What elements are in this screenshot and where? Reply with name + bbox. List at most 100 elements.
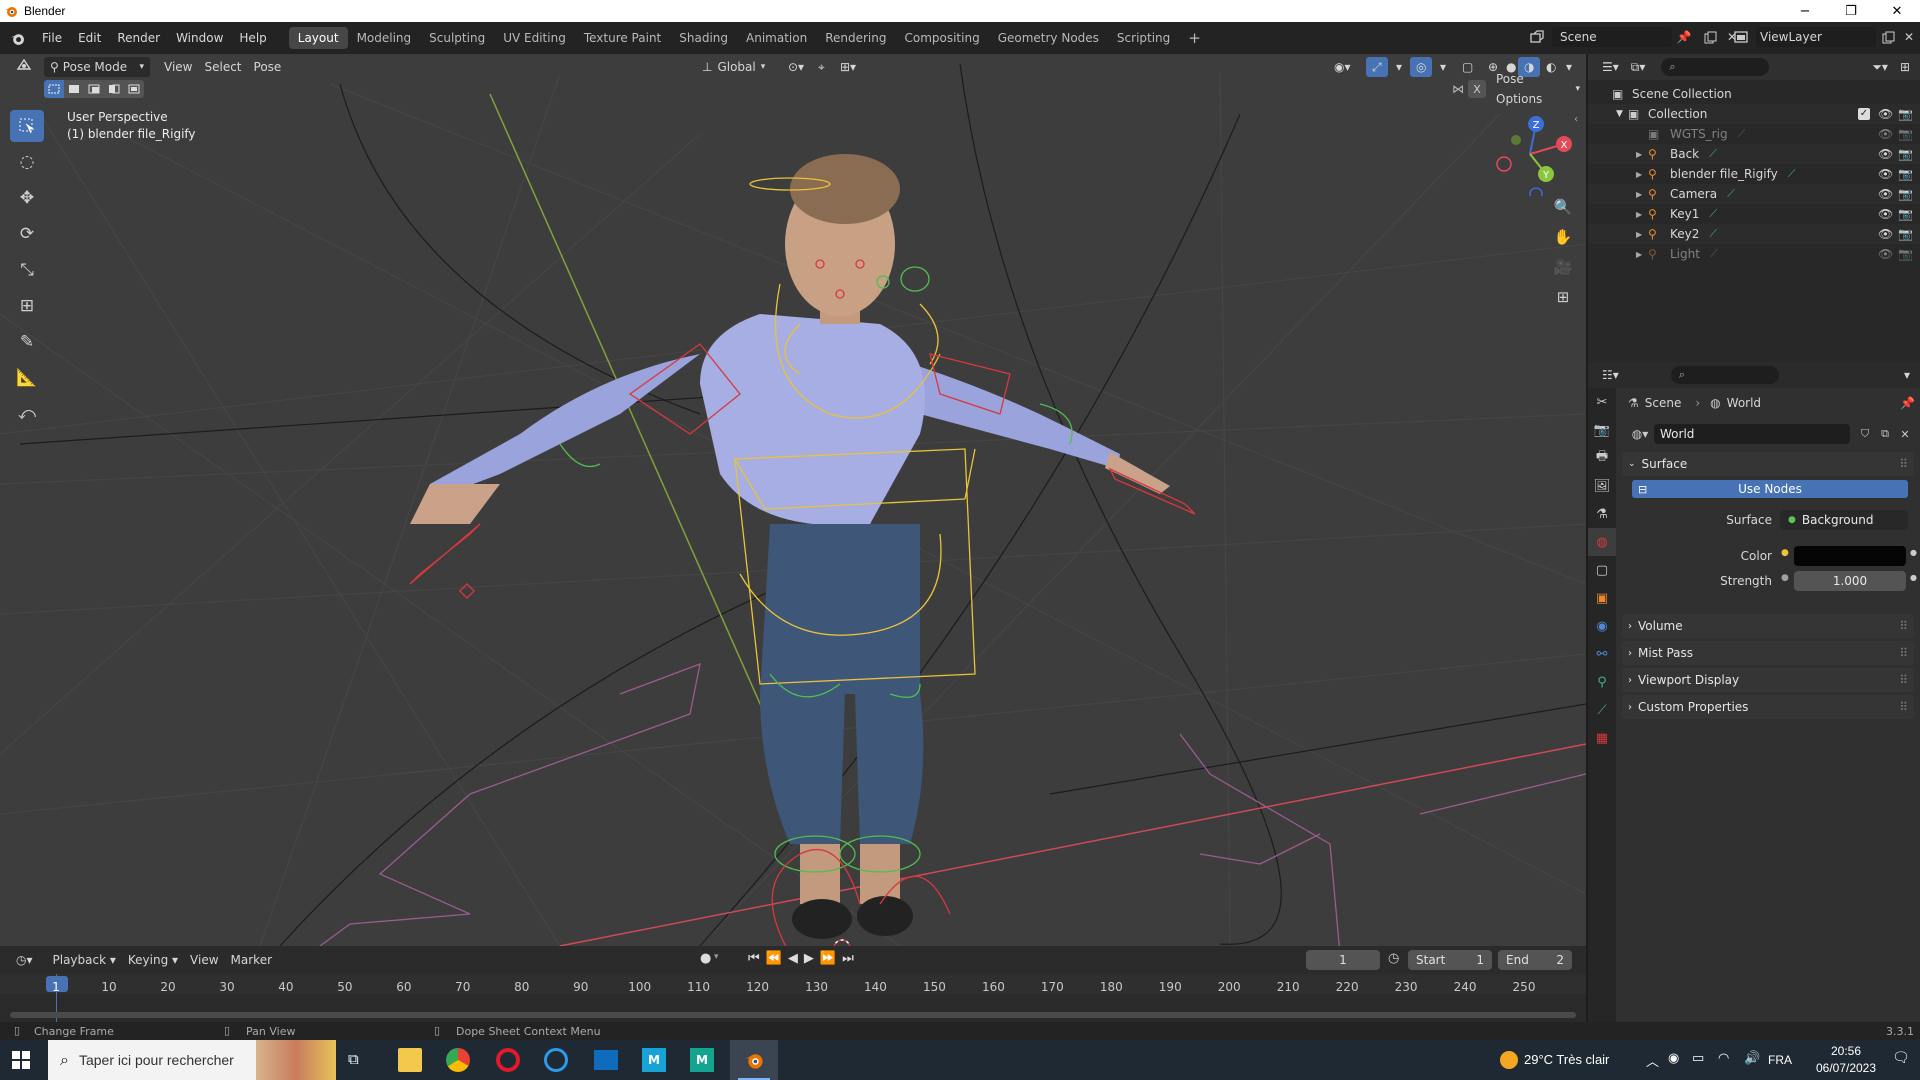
fake-user-shield-icon[interactable]: ⛉ xyxy=(1856,424,1874,444)
viewlayer-selector[interactable]: ViewLayer xyxy=(1756,27,1876,47)
armature-data-tab-icon[interactable]: ⚲ xyxy=(1588,668,1616,696)
select-box-tool-icon[interactable] xyxy=(10,110,44,142)
select-invert-icon[interactable] xyxy=(104,80,124,98)
taskbar-search-box[interactable]: ⌕ Taper ici pour rechercher xyxy=(48,1040,336,1080)
jump-start-icon[interactable]: ⏮ xyxy=(748,951,760,966)
render-camera-icon[interactable]: 📷 xyxy=(1898,127,1913,141)
keyframe-dot-icon[interactable]: ● xyxy=(1910,573,1917,582)
wifi-icon[interactable]: ◠ xyxy=(1718,1051,1729,1066)
mode-selector[interactable]: ⚲ Pose Mode ▾ xyxy=(44,57,150,77)
expand-arrow-icon[interactable]: ▶ xyxy=(1636,190,1648,199)
strength-field[interactable]: 1.000 xyxy=(1794,571,1906,591)
data-light-icon[interactable]: ⟋ xyxy=(1710,247,1718,261)
clock-time[interactable]: 20:56 xyxy=(1814,1044,1878,1058)
workspace-tab-animation[interactable]: Animation xyxy=(737,27,816,49)
overlays-settings-icon[interactable]: ▾ xyxy=(1434,57,1452,77)
mirror-toggle[interactable]: X xyxy=(1468,80,1486,98)
workspace-tab-shading[interactable]: Shading xyxy=(670,27,737,49)
color-swatch[interactable] xyxy=(1794,546,1906,566)
xray-icon[interactable]: ▢ xyxy=(1456,57,1479,77)
visibility-eye-icon[interactable]: 👁 xyxy=(1878,147,1893,161)
maximize-button[interactable]: ❐ xyxy=(1828,0,1874,22)
properties-editor-type-icon[interactable]: ☷▾ xyxy=(1596,365,1625,385)
overlays-icon[interactable]: ◎ xyxy=(1410,57,1433,77)
chevron-up-icon[interactable]: ︿ xyxy=(1646,1051,1659,1070)
pose-options-dropdown[interactable]: Pose Options ▾ xyxy=(1490,72,1586,106)
new-scene-icon[interactable] xyxy=(1700,27,1720,47)
use-nodes-button[interactable]: ⊟ Use Nodes xyxy=(1632,480,1908,498)
menu-render[interactable]: Render xyxy=(109,26,168,50)
menu-playback[interactable]: Playback ▾ xyxy=(47,950,122,970)
play-reverse-icon[interactable]: ◀ xyxy=(788,951,798,966)
volume-icon[interactable]: 🔊 xyxy=(1744,1051,1760,1066)
outliner-editor[interactable]: ☰▾ ⧉▾ ⌕ ⏷▾ ⊞ ▣ Scene Collection ▼ ▣ Coll… xyxy=(1588,54,1920,362)
workspace-tab-compositing[interactable]: Compositing xyxy=(895,27,988,49)
tool-tab-icon[interactable]: ✂ xyxy=(1588,388,1616,416)
move-tool-icon[interactable]: ✥ xyxy=(10,182,44,214)
menu-help[interactable]: Help xyxy=(231,26,274,50)
timeline-editor-type-icon[interactable]: ◷▾ xyxy=(10,950,39,970)
navigation-gizmo[interactable]: Z X Y xyxy=(1488,112,1572,196)
annotate-tool-icon[interactable]: ✎ xyxy=(10,326,44,358)
filter-icon[interactable]: ⏷▾ xyxy=(1866,57,1894,77)
app-m-blue-icon[interactable]: M xyxy=(642,1048,666,1072)
data-camera-icon[interactable]: ⟋ xyxy=(1727,187,1735,201)
surface-panel-header[interactable]: ⌄ Surface ⠿ xyxy=(1622,452,1914,476)
workspace-tab-geometry-nodes[interactable]: Geometry Nodes xyxy=(989,27,1108,49)
surface-shader-field[interactable]: ● Background xyxy=(1780,510,1908,530)
visibility-icon[interactable]: ◉▾ xyxy=(1328,57,1357,77)
chrome-icon[interactable] xyxy=(446,1048,470,1072)
gizmo-toggle-icon[interactable]: ⤢ xyxy=(1366,57,1388,77)
select-intersect-icon[interactable] xyxy=(124,80,144,98)
snap-icon[interactable]: ⌖ xyxy=(812,57,831,77)
prev-keyframe-icon[interactable]: ⏪ xyxy=(766,951,782,966)
keyframe-dot-icon[interactable]: ● xyxy=(1910,548,1917,557)
menu-window[interactable]: Window xyxy=(168,26,231,50)
chevron-down-icon[interactable]: ▾ xyxy=(714,952,719,962)
outliner-row[interactable]: ▶ ⚲ Light ⟋ 👁 📷 xyxy=(1588,244,1920,264)
language-indicator[interactable]: FRA xyxy=(1768,1053,1792,1067)
pan-hand-icon[interactable]: ✋ xyxy=(1550,224,1576,250)
menu-view[interactable]: View xyxy=(158,57,198,77)
close-button[interactable]: ✕ xyxy=(1874,0,1920,22)
scene-selector[interactable]: Scene xyxy=(1552,27,1672,47)
workspace-tab-rendering[interactable]: Rendering xyxy=(816,27,895,49)
ccleaner-icon[interactable] xyxy=(544,1048,568,1072)
view-layer-tab-icon[interactable]: 🖼 xyxy=(1588,472,1616,500)
menu-file[interactable]: File xyxy=(34,26,70,50)
jump-end-icon[interactable]: ⏭ xyxy=(842,951,854,966)
unlink-icon[interactable]: ✕ xyxy=(1896,424,1914,444)
play-icon[interactable]: ▶ xyxy=(804,951,814,966)
color-socket-icon[interactable]: ● xyxy=(1781,548,1789,558)
workspace-tab-uv-editing[interactable]: UV Editing xyxy=(494,27,575,49)
menu-pose[interactable]: Pose xyxy=(248,57,288,77)
end-frame-field[interactable]: End 2 xyxy=(1498,950,1572,970)
rotate-tool-icon[interactable]: ⟳ xyxy=(10,218,44,250)
task-view-icon[interactable]: ⧉ xyxy=(348,1050,372,1070)
include-checkbox[interactable]: ✓ xyxy=(1858,108,1870,120)
bone-tab-icon[interactable]: ⟋ xyxy=(1588,696,1616,724)
duplicate-icon[interactable]: ⧉ xyxy=(1876,424,1894,444)
new-viewlayer-icon[interactable] xyxy=(1878,27,1898,47)
drag-handle-icon[interactable]: ⠿ xyxy=(1899,646,1908,660)
transform-tool-icon[interactable]: ⊞ xyxy=(10,290,44,322)
expand-arrow-icon[interactable]: ▶ xyxy=(1636,250,1648,259)
next-keyframe-icon[interactable]: ⏩ xyxy=(820,951,836,966)
render-camera-icon[interactable]: 📷 xyxy=(1898,147,1913,161)
data-armature-icon[interactable]: ⟋ xyxy=(1709,147,1717,161)
data-armature-icon[interactable]: ⟋ xyxy=(1788,167,1796,181)
menu-edit[interactable]: Edit xyxy=(70,26,109,50)
data-armature-icon[interactable]: ⟋ xyxy=(1709,207,1717,221)
preview-range-icon[interactable]: ◷ xyxy=(1388,951,1399,966)
drag-handle-icon[interactable]: ⠿ xyxy=(1899,700,1908,714)
world-tab-icon[interactable]: ◍ xyxy=(1588,528,1616,556)
visibility-eye-icon[interactable]: 👁 xyxy=(1878,247,1893,261)
data-armature-icon[interactable]: ⟋ xyxy=(1738,127,1746,141)
drag-handle-icon[interactable]: ⠿ xyxy=(1899,619,1908,633)
object-tab-icon[interactable]: ▣ xyxy=(1588,584,1616,612)
texture-tab-icon[interactable]: ▦ xyxy=(1588,724,1616,752)
workspace-tab-scripting[interactable]: Scripting xyxy=(1108,27,1179,49)
blender-taskbar-button[interactable] xyxy=(730,1040,778,1080)
outliner-row[interactable]: ▶ ⚲ blender file_Rigify ⟋ 👁 📷 xyxy=(1588,164,1920,184)
menu-keying[interactable]: Keying ▾ xyxy=(122,950,184,970)
